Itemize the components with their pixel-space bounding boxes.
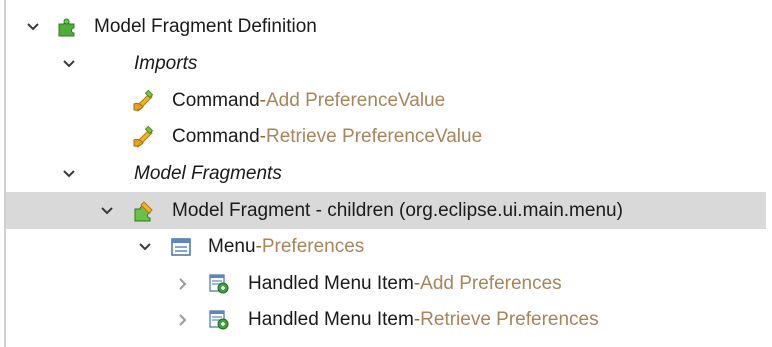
model-fragment-icon xyxy=(132,200,154,222)
tree-row-imports[interactable]: Imports xyxy=(6,45,766,82)
root-label-text: Model Fragment Definition xyxy=(94,15,317,37)
chevron-down-icon[interactable] xyxy=(136,238,154,256)
tree-imports-label: Imports xyxy=(134,53,197,75)
import-command-label: Command - Add PreferenceValue xyxy=(172,90,445,112)
command-type-text: Command xyxy=(172,89,260,111)
model-fragment-label: Model Fragment - children (org.eclipse.u… xyxy=(172,200,623,222)
chevron-down-icon[interactable] xyxy=(98,202,116,220)
chevron-down-icon[interactable] xyxy=(24,18,42,36)
tree-row-import-command[interactable]: Command - Retrieve PreferenceValue xyxy=(6,118,766,155)
import-command-label: Command - Retrieve PreferenceValue xyxy=(172,126,482,148)
command-detail-text: Add PreferenceValue xyxy=(265,89,446,111)
menu-icon xyxy=(170,236,192,258)
imports-label-text: Imports xyxy=(134,52,198,74)
chevron-right-icon[interactable] xyxy=(174,275,192,293)
handled-menu-item-icon xyxy=(208,273,230,295)
handled-menu-item-label: Handled Menu Item - Retrieve Preferences xyxy=(248,309,599,331)
handled-menu-item-type-text: Handled Menu Item xyxy=(248,272,414,294)
menu-type-text: Menu xyxy=(208,235,256,257)
model-fragment-label-text: Model Fragment - children (org.eclipse.u… xyxy=(172,199,623,221)
tree-row-model-fragment[interactable]: Model Fragment - children (org.eclipse.u… xyxy=(6,192,766,229)
tree-row-menu[interactable]: Menu - Preferences xyxy=(6,228,766,265)
handled-menu-item-label: Handled Menu Item - Add Preferences xyxy=(248,273,562,295)
handled-menu-item-detail-text: Retrieve Preferences xyxy=(420,308,599,330)
menu-detail-text: Preferences xyxy=(261,235,365,257)
command-type-text: Command xyxy=(172,125,260,147)
puzzle-icon xyxy=(56,16,78,38)
tree-row-handled-menu-item[interactable]: Handled Menu Item - Add Preferences xyxy=(6,265,766,302)
command-icon xyxy=(132,89,154,112)
tree-model-fragments-label: Model Fragments xyxy=(134,163,282,185)
command-icon xyxy=(132,125,154,148)
chevron-down-icon[interactable] xyxy=(60,165,78,183)
handled-menu-item-icon xyxy=(208,309,230,331)
tree-root-label: Model Fragment Definition xyxy=(94,16,317,38)
menu-label: Menu - Preferences xyxy=(208,236,364,258)
model-fragments-label-text: Model Fragments xyxy=(134,162,282,184)
tree-row-root[interactable]: Model Fragment Definition xyxy=(6,8,766,45)
tree-row-handled-menu-item[interactable]: Handled Menu Item - Retrieve Preferences xyxy=(6,301,766,338)
tree-row-import-command[interactable]: Command - Add PreferenceValue xyxy=(6,82,766,119)
chevron-right-icon[interactable] xyxy=(174,311,192,329)
handled-menu-item-type-text: Handled Menu Item xyxy=(248,308,414,330)
command-detail-text: Retrieve PreferenceValue xyxy=(265,125,483,147)
chevron-down-icon[interactable] xyxy=(60,55,78,73)
tree-row-model-fragments[interactable]: Model Fragments xyxy=(6,155,766,192)
model-fragment-tree: Model Fragment Definition Imports Comman… xyxy=(0,0,772,347)
handled-menu-item-detail-text: Add Preferences xyxy=(420,272,562,294)
